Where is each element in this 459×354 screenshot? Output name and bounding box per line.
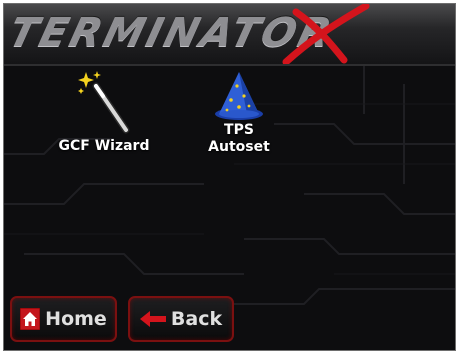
magic-wand-icon	[78, 71, 130, 134]
home-button[interactable]: Home	[10, 296, 117, 342]
wizard-hat-icon	[215, 72, 263, 120]
terminator-x-banner: TERMINATOR X	[4, 4, 455, 66]
gcf-wizard-label: GCF Wizard	[58, 138, 150, 154]
gcf-wizard-app[interactable]: GCF Wizard	[48, 68, 160, 155]
home-icon	[20, 308, 41, 330]
tps-autoset-label-line2: Autoset	[208, 139, 270, 155]
terminator-x-screen: TERMINATOR X GCF Wizard	[3, 3, 456, 351]
back-button[interactable]: Back	[128, 296, 234, 342]
tps-autoset-label-line1: TPS	[224, 122, 254, 138]
back-button-label: Back	[170, 308, 223, 330]
tps-autoset-app[interactable]: TPS Autoset	[184, 68, 294, 156]
red-x-logo-icon	[282, 4, 370, 64]
banner-x-text: X	[4, 4, 5, 5]
back-arrow-icon	[139, 311, 166, 327]
home-button-label: Home	[45, 308, 107, 330]
